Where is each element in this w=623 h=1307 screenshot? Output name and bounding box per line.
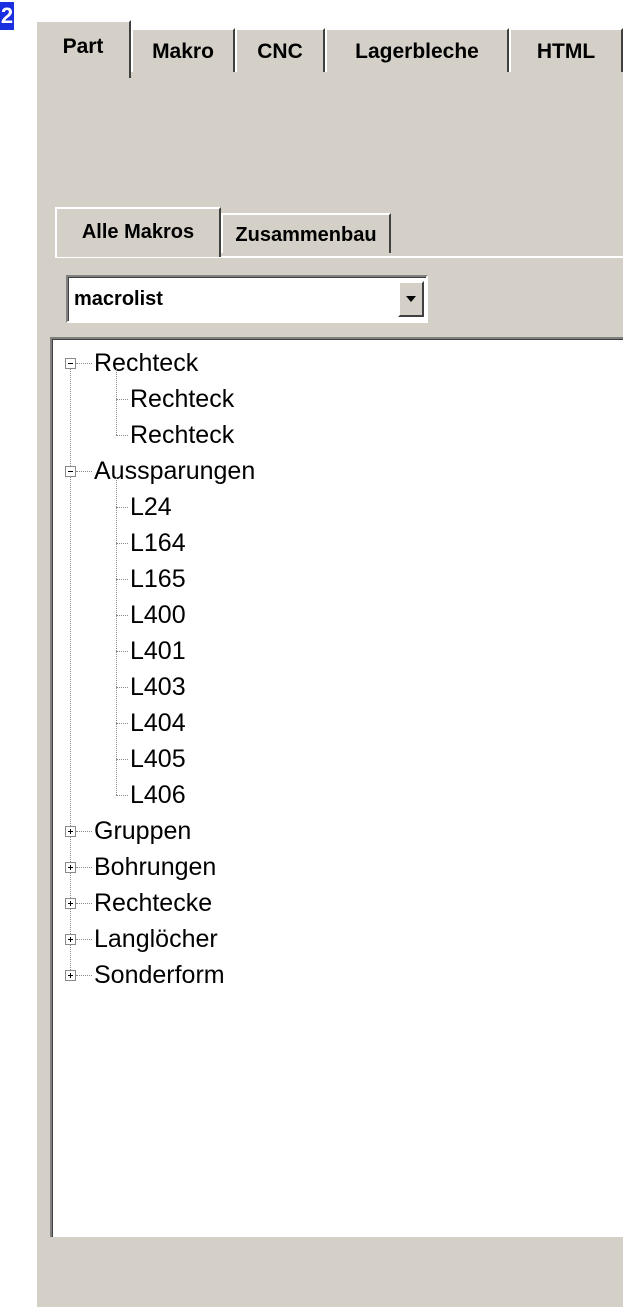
collapse-icon[interactable] <box>65 466 76 477</box>
expand-icon[interactable] <box>65 934 76 945</box>
collapse-icon[interactable] <box>65 358 76 369</box>
tree-group-4[interactable]: Rechtecke <box>94 885 212 921</box>
tree-connector <box>76 867 92 868</box>
tree-item[interactable]: L404 <box>130 705 186 741</box>
tree-connector <box>116 759 128 760</box>
tree-group-1[interactable]: Aussparungen <box>94 453 255 489</box>
tree-item[interactable]: L403 <box>130 669 186 705</box>
expand-icon[interactable] <box>65 970 76 981</box>
tree-connector <box>76 471 92 472</box>
tree-item[interactable]: L406 <box>130 777 186 813</box>
tab-html[interactable]: HTML <box>509 28 623 72</box>
tab-part[interactable]: Part <box>35 20 131 78</box>
tree-connector <box>76 831 92 832</box>
tree-connector <box>76 363 92 364</box>
tree-connector <box>116 795 128 796</box>
tree-item[interactable]: L405 <box>130 741 186 777</box>
tree-connector <box>116 579 128 580</box>
tree-connector <box>116 723 128 724</box>
tree-connector <box>76 975 92 976</box>
tree-item[interactable]: L401 <box>130 633 186 669</box>
tree-group-3[interactable]: Bohrungen <box>94 849 216 885</box>
tree-group-6[interactable]: Sonderform <box>94 957 225 993</box>
tree-item[interactable]: L24 <box>130 489 172 525</box>
macro-list-value: macrolist <box>74 288 163 310</box>
tab-cnc[interactable]: CNC <box>235 28 325 72</box>
macro-tree[interactable]: Rechteck Rechteck Rechteck Aussparungen L24 L… <box>50 337 623 1237</box>
expand-icon[interactable] <box>65 862 76 873</box>
tree-connector <box>76 939 92 940</box>
tree-item[interactable]: L400 <box>130 597 186 633</box>
expand-icon[interactable] <box>65 898 76 909</box>
tree-group-2[interactable]: Gruppen <box>94 813 191 849</box>
tree-item[interactable]: L164 <box>130 525 186 561</box>
tree-connector <box>70 369 71 970</box>
tree-group-5[interactable]: Langlöcher <box>94 921 218 957</box>
tree-connector <box>116 543 128 544</box>
tree-group-0[interactable]: Rechteck <box>94 345 198 381</box>
tree-item[interactable]: Rechteck <box>130 417 234 453</box>
dropdown-button[interactable] <box>398 281 424 317</box>
expand-icon[interactable] <box>65 826 76 837</box>
tree-connector <box>116 399 128 400</box>
tab-lagerbleche[interactable]: Lagerbleche <box>325 28 509 72</box>
tree-connector <box>116 687 128 688</box>
tree-connector <box>116 651 128 652</box>
tree-connector <box>116 507 128 508</box>
chevron-down-icon <box>406 296 416 302</box>
tree-connector <box>116 477 117 795</box>
bottom-strip <box>50 1237 623 1307</box>
tree-connector <box>116 615 128 616</box>
tab-alle-makros[interactable]: Alle Makros <box>55 207 221 257</box>
tree-connector <box>116 369 117 435</box>
tree-connector <box>76 903 92 904</box>
tab-zusammenbau[interactable]: Zusammenbau <box>221 213 391 253</box>
step-marker: 2 <box>0 2 14 30</box>
tree-item[interactable]: Rechteck <box>130 381 234 417</box>
tree-item[interactable]: L165 <box>130 561 186 597</box>
tree-connector <box>116 435 128 436</box>
tab-makro[interactable]: Makro <box>131 28 235 72</box>
macro-list-select[interactable]: macrolist <box>66 275 428 323</box>
